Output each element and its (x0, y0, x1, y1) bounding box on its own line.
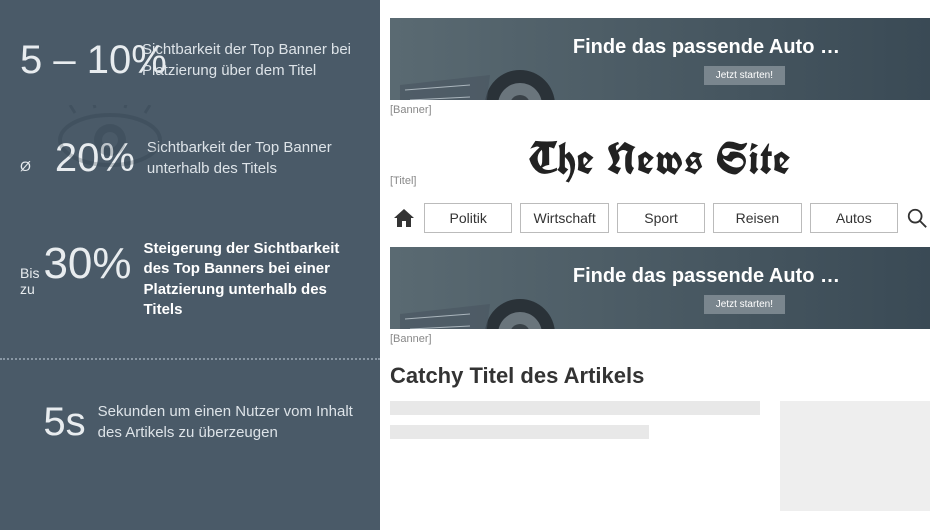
banner-cta-button[interactable]: Jetzt starten! (704, 66, 785, 85)
stat-desc: Sekunden um einen Nutzer vom Inhalt des … (98, 402, 360, 443)
stat-row-4: 5s Sekunden um einen Nutzer vom Inhalt d… (0, 358, 380, 453)
search-icon[interactable] (906, 207, 928, 229)
text-line (390, 425, 649, 439)
stat-value: 5s (20, 400, 86, 445)
eye-icon (55, 105, 165, 180)
nav-item-wirtschaft[interactable]: Wirtschaft (520, 203, 608, 233)
stat-row-1: 5 – 10% Sichtbarkeit der Top Banner bei … (0, 0, 380, 91)
banner-label: [Banner] (390, 333, 930, 345)
car-wheel-graphic (400, 45, 580, 100)
nav-item-reisen[interactable]: Reisen (713, 203, 801, 233)
nav-item-autos[interactable]: Autos (810, 203, 898, 233)
banner-cta-button[interactable]: Jetzt starten! (704, 295, 785, 314)
text-line (390, 401, 760, 415)
car-wheel-graphic (400, 274, 580, 329)
mockup-panel: Finde das passende Auto … Jetzt starten!… (380, 0, 940, 530)
stat-row-3: Bis zu30% Steigerung der Sicht­barkeit d… (0, 189, 380, 328)
banner-label: [Banner] (390, 104, 930, 116)
home-icon[interactable] (392, 206, 416, 230)
mid-banner: Finde das passende Auto … Jetzt starten! (390, 247, 930, 329)
stat-value: 30% (43, 239, 131, 289)
nav-item-politik[interactable]: Politik (424, 203, 512, 233)
article-body (390, 401, 930, 511)
stat-desc: Sichtbarkeit der Top Banner bei Platzier… (142, 40, 360, 81)
banner-headline: Finde das passende Auto … (573, 265, 840, 288)
site-title: The News Site (390, 131, 930, 188)
stat-value: 5 – 10% (20, 38, 130, 83)
title-label: [Titel] (390, 175, 417, 187)
stat-desc: Sichtbarkeit der Top Banner unterhalb de… (147, 138, 360, 179)
article-title: Catchy Titel des Artikels (390, 363, 930, 389)
article-image-placeholder (780, 401, 930, 511)
stats-panel: 5 – 10% Sichtbarkeit der Top Banner bei … (0, 0, 380, 530)
nav-item-sport[interactable]: Sport (617, 203, 705, 233)
stat-desc: Steigerung der Sicht­barkeit des Top Ban… (144, 239, 360, 320)
article-text-placeholder (390, 401, 760, 511)
stat-prefix: Ø (20, 158, 31, 174)
nav-bar: Politik Wirtschaft Sport Reisen Autos (390, 203, 930, 247)
banner-headline: Finde das passende Auto … (573, 36, 840, 59)
stat-prefix: Bis zu (20, 265, 39, 297)
top-banner: Finde das passende Auto … Jetzt starten! (390, 18, 930, 100)
